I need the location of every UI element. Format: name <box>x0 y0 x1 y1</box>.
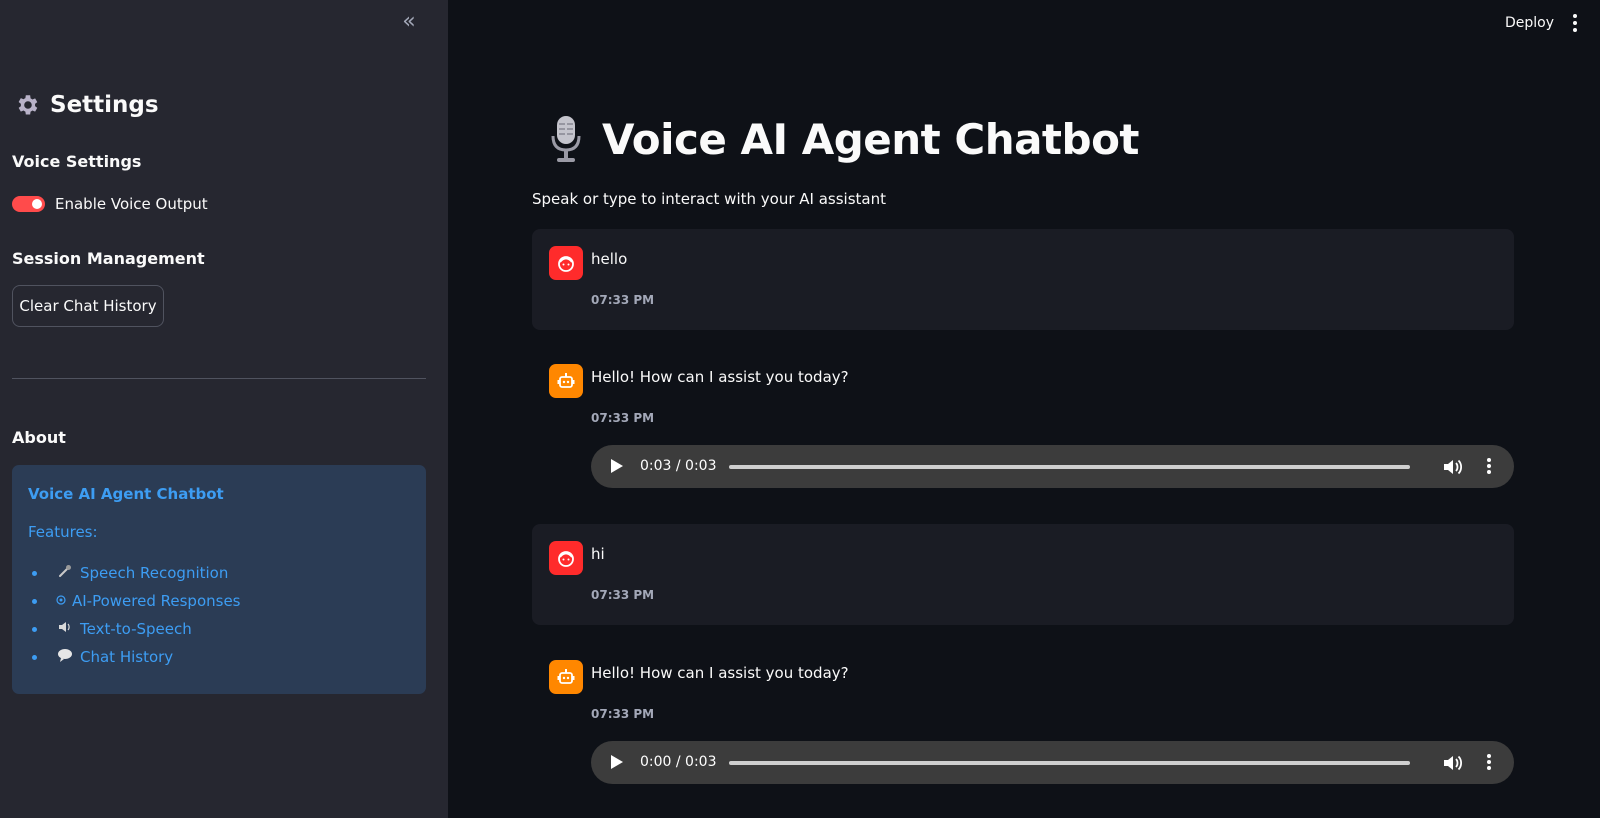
ai-icon <box>56 594 66 609</box>
list-item: Chat History <box>32 643 410 671</box>
assistant-avatar <box>549 364 583 398</box>
feature-label: Text-to-Speech <box>80 620 192 638</box>
voice-settings-heading: Voice Settings <box>12 152 142 171</box>
message-text: hi <box>591 545 605 563</box>
about-info-box: Voice AI Agent Chatbot Features: Speech … <box>12 465 426 694</box>
feature-list: Speech Recognition AI-Powered Responses … <box>28 559 410 671</box>
feature-label: Chat History <box>80 648 174 666</box>
user-face-icon <box>558 551 574 567</box>
list-item: AI-Powered Responses <box>32 587 410 615</box>
about-title: Voice AI Agent Chatbot <box>28 485 224 503</box>
volume-icon[interactable] <box>1442 457 1464 477</box>
robot-icon <box>557 373 575 388</box>
audio-player: 0:00 / 0:03 <box>591 741 1514 784</box>
chat-message-user: hi 07:33 PM <box>532 524 1514 625</box>
feature-label: Speech Recognition <box>80 564 229 582</box>
microphone-icon <box>56 563 74 583</box>
audio-progress-bar[interactable] <box>729 761 1410 765</box>
play-icon[interactable] <box>611 459 623 473</box>
voice-output-toggle[interactable] <box>12 196 45 212</box>
message-text: Hello! How can I assist you today? <box>591 368 849 386</box>
gear-icon <box>18 95 38 115</box>
assistant-avatar <box>549 660 583 694</box>
message-timestamp: 07:33 PM <box>591 411 655 425</box>
audio-time: 0:00 / 0:03 <box>640 754 717 770</box>
user-avatar <box>549 541 583 575</box>
voice-output-toggle-row[interactable]: Enable Voice Output <box>12 195 208 213</box>
about-heading: About <box>12 428 66 447</box>
robot-icon <box>557 669 575 684</box>
message-timestamp: 07:33 PM <box>591 707 655 721</box>
collapse-sidebar-button[interactable]: « <box>398 11 420 34</box>
audio-progress-bar[interactable] <box>729 465 1410 469</box>
sidebar-divider <box>12 378 426 379</box>
chat-message-assistant: Hello! How can I assist you today? 07:33… <box>532 643 1514 788</box>
list-item: Text-to-Speech <box>32 615 410 643</box>
session-management-heading: Session Management <box>12 249 205 268</box>
main-menu-icon[interactable] <box>1570 14 1580 34</box>
audio-options-icon[interactable] <box>1486 458 1492 476</box>
page-header: Voice AI Agent Chatbot <box>548 114 1140 164</box>
clear-chat-history-button[interactable]: Clear Chat History <box>12 285 164 327</box>
message-text: Hello! How can I assist you today? <box>591 664 849 682</box>
message-timestamp: 07:33 PM <box>591 293 655 307</box>
sidebar: « Settings Voice Settings Enable Voice O… <box>0 0 448 818</box>
page-subtitle: Speak or type to interact with your AI a… <box>532 190 886 208</box>
speech-bubble-icon <box>56 647 74 667</box>
message-timestamp: 07:33 PM <box>591 588 655 602</box>
voice-output-label: Enable Voice Output <box>55 195 208 213</box>
audio-player: 0:03 / 0:03 <box>591 445 1514 488</box>
volume-icon[interactable] <box>1442 753 1464 773</box>
feature-label: AI-Powered Responses <box>72 592 241 610</box>
speaker-icon <box>56 619 74 639</box>
audio-options-icon[interactable] <box>1486 754 1492 772</box>
user-avatar <box>549 246 583 280</box>
settings-heading: Settings <box>50 92 159 118</box>
chat-message-user: hello 07:33 PM <box>532 229 1514 330</box>
chat-message-assistant: Hello! How can I assist you today? 07:33… <box>532 347 1514 492</box>
list-item: Speech Recognition <box>32 559 410 587</box>
audio-time: 0:03 / 0:03 <box>640 458 717 474</box>
microphone-icon <box>551 116 581 162</box>
page-title: Voice AI Agent Chatbot <box>602 114 1140 164</box>
play-icon[interactable] <box>611 755 623 769</box>
deploy-button[interactable]: Deploy <box>1505 15 1554 31</box>
toggle-knob <box>32 199 42 209</box>
message-text: hello <box>591 250 628 268</box>
features-label: Features: <box>28 523 98 541</box>
user-face-icon <box>558 256 574 272</box>
sidebar-title: Settings <box>14 92 159 118</box>
